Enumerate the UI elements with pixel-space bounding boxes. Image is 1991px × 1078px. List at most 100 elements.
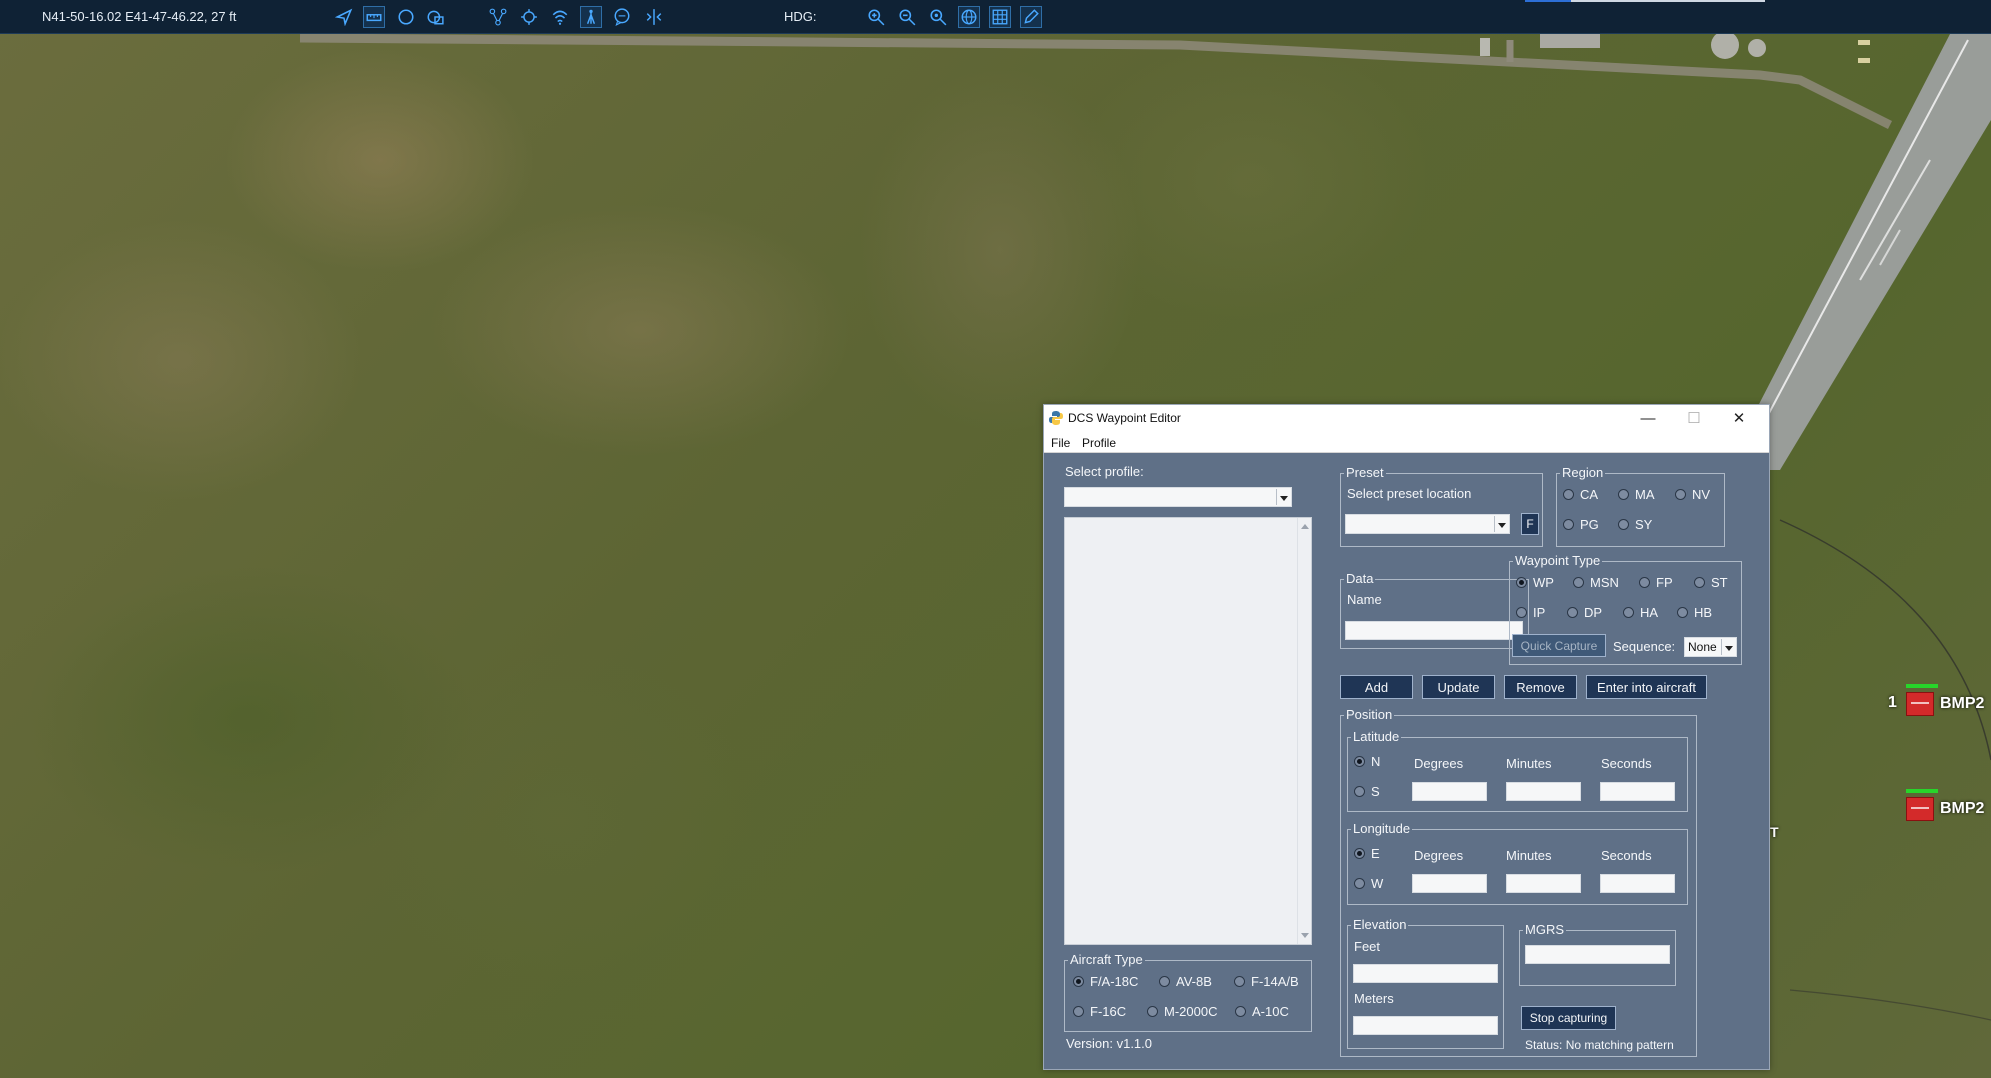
wptype-radio-dp[interactable]: DP bbox=[1567, 605, 1602, 620]
preset-filter-button[interactable]: F bbox=[1521, 513, 1539, 535]
wptype-radio-ip[interactable]: IP bbox=[1516, 605, 1545, 620]
feet-input[interactable] bbox=[1353, 964, 1498, 983]
chat-icon[interactable] bbox=[611, 6, 633, 28]
radio-dot[interactable] bbox=[1234, 976, 1245, 987]
elevation-title: Elevation bbox=[1351, 917, 1409, 932]
globe-icon[interactable] bbox=[958, 6, 980, 28]
unit-group-number: 1 bbox=[1888, 694, 1897, 711]
radio-dot[interactable] bbox=[1354, 848, 1365, 859]
radio-dot[interactable] bbox=[1677, 607, 1688, 618]
radio-label: MA bbox=[1635, 487, 1655, 502]
maximize-button[interactable]: ☐ bbox=[1674, 406, 1714, 430]
waypoint-list[interactable] bbox=[1064, 517, 1312, 945]
aircraft-radio-av8b[interactable]: AV-8B bbox=[1159, 974, 1212, 989]
meters-input[interactable] bbox=[1353, 1016, 1498, 1035]
wptype-radio-msn[interactable]: MSN bbox=[1573, 575, 1619, 590]
radio-dot[interactable] bbox=[1159, 976, 1170, 987]
radio-dot[interactable] bbox=[1694, 577, 1705, 588]
lat-seconds-input[interactable] bbox=[1600, 782, 1675, 801]
name-input[interactable] bbox=[1345, 621, 1523, 640]
radio-dot[interactable] bbox=[1354, 786, 1365, 797]
split-icon[interactable] bbox=[643, 6, 665, 28]
list-scrollbar[interactable] bbox=[1297, 518, 1311, 944]
radio-dot[interactable] bbox=[1623, 607, 1634, 618]
radio-label: M-2000C bbox=[1164, 1004, 1218, 1019]
radio-dot[interactable] bbox=[1073, 976, 1084, 987]
radio-dot[interactable] bbox=[1563, 519, 1574, 530]
route-icon[interactable] bbox=[487, 6, 509, 28]
chevron-down-icon[interactable] bbox=[1276, 489, 1290, 505]
radio-dot[interactable] bbox=[1073, 1006, 1084, 1017]
circle-icon[interactable] bbox=[395, 6, 417, 28]
radio-dot[interactable] bbox=[1516, 577, 1527, 588]
zoom-fit-icon[interactable] bbox=[927, 6, 949, 28]
enemy-unit-bmp2-1[interactable]: 1 BMP2 bbox=[1888, 684, 1984, 716]
crosshair-icon[interactable] bbox=[518, 6, 540, 28]
zoom-in-icon[interactable] bbox=[865, 6, 887, 28]
wptype-radio-fp[interactable]: FP bbox=[1639, 575, 1673, 590]
grid-icon[interactable] bbox=[989, 6, 1011, 28]
preset-select[interactable] bbox=[1345, 514, 1510, 534]
close-button[interactable]: ✕ bbox=[1719, 406, 1759, 430]
radio-dot[interactable] bbox=[1235, 1006, 1246, 1017]
stop-capturing-button[interactable]: Stop capturing bbox=[1521, 1006, 1616, 1030]
wptype-radio-wp[interactable]: WP bbox=[1516, 575, 1554, 590]
wifi-icon[interactable] bbox=[549, 6, 571, 28]
region-radio-ma[interactable]: MA bbox=[1618, 487, 1655, 502]
window-titlebar[interactable]: DCS Waypoint Editor — ☐ ✕ bbox=[1044, 405, 1769, 431]
lon-minutes-input[interactable] bbox=[1506, 874, 1581, 893]
lat-radio-n[interactable]: N bbox=[1354, 754, 1380, 769]
lon-radio-w[interactable]: W bbox=[1354, 876, 1383, 891]
region-radio-pg[interactable]: PG bbox=[1563, 517, 1599, 532]
lon-seconds-input[interactable] bbox=[1600, 874, 1675, 893]
pencil-icon[interactable] bbox=[1020, 6, 1042, 28]
quick-capture-button[interactable]: Quick Capture bbox=[1512, 634, 1606, 657]
chevron-down-icon[interactable] bbox=[1721, 639, 1735, 655]
radio-dot[interactable] bbox=[1675, 489, 1686, 500]
sequence-select[interactable]: None bbox=[1684, 637, 1737, 657]
mgrs-input[interactable] bbox=[1525, 945, 1670, 964]
radio-dot[interactable] bbox=[1573, 577, 1584, 588]
radio-dot[interactable] bbox=[1618, 489, 1629, 500]
radio-dot[interactable] bbox=[1567, 607, 1578, 618]
radio-dot[interactable] bbox=[1618, 519, 1629, 530]
region-radio-ca[interactable]: CA bbox=[1563, 487, 1598, 502]
lon-degrees-input[interactable] bbox=[1412, 874, 1487, 893]
lat-degrees-input[interactable] bbox=[1412, 782, 1487, 801]
chevron-down-icon[interactable] bbox=[1494, 516, 1508, 532]
radio-dot[interactable] bbox=[1354, 756, 1365, 767]
aircraft-radio-a10c[interactable]: A-10C bbox=[1235, 1004, 1289, 1019]
layers-icon[interactable] bbox=[424, 6, 446, 28]
radio-dot[interactable] bbox=[1147, 1006, 1158, 1017]
aircraft-radio-fa18c[interactable]: F/A-18C bbox=[1073, 974, 1138, 989]
minimize-button[interactable]: — bbox=[1628, 406, 1668, 430]
radio-dot[interactable] bbox=[1563, 489, 1574, 500]
unit-health-bar bbox=[1906, 789, 1938, 793]
enter-into-aircraft-button[interactable]: Enter into aircraft bbox=[1586, 675, 1707, 699]
navigate-icon[interactable] bbox=[333, 6, 355, 28]
wptype-radio-ha[interactable]: HA bbox=[1623, 605, 1658, 620]
radio-dot[interactable] bbox=[1516, 607, 1527, 618]
aircraft-radio-f16c[interactable]: F-16C bbox=[1073, 1004, 1126, 1019]
ruler-icon[interactable] bbox=[363, 6, 385, 28]
update-button[interactable]: Update bbox=[1422, 675, 1495, 699]
lon-radio-e[interactable]: E bbox=[1354, 846, 1380, 861]
wptype-radio-hb[interactable]: HB bbox=[1677, 605, 1712, 620]
lat-radio-s[interactable]: S bbox=[1354, 784, 1380, 799]
region-radio-sy[interactable]: SY bbox=[1618, 517, 1652, 532]
remove-button[interactable]: Remove bbox=[1504, 675, 1577, 699]
tower-icon[interactable] bbox=[580, 6, 602, 28]
aircraft-radio-m2000c[interactable]: M-2000C bbox=[1147, 1004, 1217, 1019]
radio-dot[interactable] bbox=[1354, 878, 1365, 889]
menu-file[interactable]: File bbox=[1051, 436, 1070, 450]
lat-minutes-input[interactable] bbox=[1506, 782, 1581, 801]
wptype-radio-st[interactable]: ST bbox=[1694, 575, 1728, 590]
region-radio-nv[interactable]: NV bbox=[1675, 487, 1710, 502]
aircraft-radio-f14[interactable]: F-14A/B bbox=[1234, 974, 1299, 989]
add-button[interactable]: Add bbox=[1340, 675, 1413, 699]
enemy-unit-bmp2-2[interactable]: BMP2 bbox=[1888, 789, 1984, 821]
zoom-out-icon[interactable] bbox=[896, 6, 918, 28]
profile-select[interactable] bbox=[1064, 487, 1292, 507]
radio-dot[interactable] bbox=[1639, 577, 1650, 588]
menu-profile[interactable]: Profile bbox=[1082, 436, 1116, 450]
